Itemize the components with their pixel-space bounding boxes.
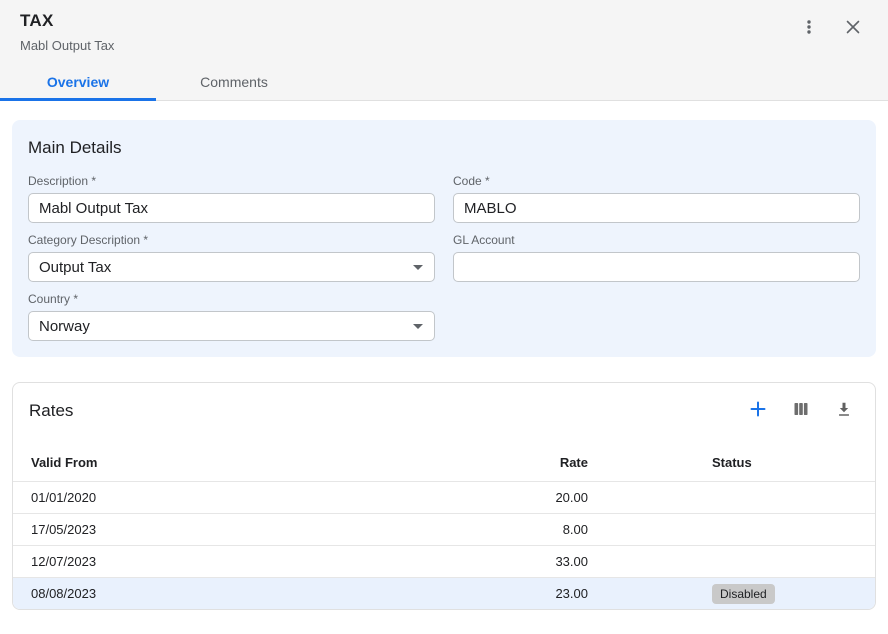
close-button[interactable] (842, 16, 864, 41)
export-button[interactable] (833, 398, 855, 423)
kebab-menu-button[interactable] (798, 16, 820, 41)
valid-from-cell: 17/05/2023 (13, 522, 468, 537)
status-badge: Disabled (712, 584, 775, 604)
table-row[interactable]: 08/08/2023 23.00 Disabled (13, 577, 875, 609)
field-label: Description * (28, 174, 435, 188)
page-title: TAX (20, 11, 868, 31)
valid-from-cell: 01/01/2020 (13, 490, 468, 505)
download-icon (835, 400, 853, 421)
field-label: Country * (28, 292, 435, 306)
kebab-menu-icon (800, 18, 818, 39)
fields-grid: Description * Code * Category Descriptio… (28, 174, 860, 341)
country-select[interactable] (28, 311, 435, 341)
main-details-panel: Main Details Description * Code * Catego… (12, 120, 876, 357)
field: GL Account (453, 233, 860, 282)
rate-cell: 8.00 (468, 522, 588, 537)
field: Country * (28, 292, 435, 341)
field: Code * (453, 174, 860, 223)
main-details-title: Main Details (28, 138, 860, 158)
field-label: Code * (453, 174, 860, 188)
table-header-row: Valid From Rate Status (13, 443, 875, 481)
view-columns-icon (792, 400, 810, 421)
column-header-rate[interactable]: Rate (468, 455, 588, 470)
code-field[interactable] (453, 193, 860, 223)
page-subtitle: Mabl Output Tax (20, 38, 868, 53)
rates-title: Rates (29, 401, 73, 421)
field: Category Description * (28, 233, 435, 282)
plus-icon (749, 400, 767, 421)
dialog-body: Main Details Description * Code * Catego… (0, 101, 888, 634)
tab-bar: Overview Comments (0, 63, 312, 100)
field-label: Category Description * (28, 233, 435, 247)
close-icon (844, 18, 862, 39)
rates-actions (747, 398, 855, 423)
header-actions (798, 16, 864, 41)
field-label: GL Account (453, 233, 860, 247)
rate-cell: 23.00 (468, 586, 588, 601)
field: Description * (28, 174, 435, 223)
rates-table: Valid From Rate Status 01/01/2020 20.00 … (13, 443, 875, 609)
rate-cell: 33.00 (468, 554, 588, 569)
add-rate-button[interactable] (747, 398, 769, 423)
valid-from-cell: 12/07/2023 (13, 554, 468, 569)
rates-panel: Rates (12, 382, 876, 610)
valid-from-cell: 08/08/2023 (13, 586, 468, 601)
dialog-header: TAX Mabl Output Tax Overview Comments (0, 0, 888, 101)
tab-overview[interactable]: Overview (0, 63, 156, 100)
status-cell: Disabled (588, 584, 875, 604)
table-row[interactable]: 12/07/2023 33.00 (13, 545, 875, 577)
description-field[interactable] (28, 193, 435, 223)
category-description-select[interactable] (28, 252, 435, 282)
column-header-status[interactable]: Status (588, 455, 875, 470)
gl-account-field[interactable] (453, 252, 860, 282)
table-body: 01/01/2020 20.00 17/05/2023 8.00 12/07/2… (13, 481, 875, 609)
column-header-valid-from[interactable]: Valid From (13, 455, 468, 470)
tab-comments[interactable]: Comments (156, 63, 312, 100)
rate-cell: 20.00 (468, 490, 588, 505)
table-row[interactable]: 01/01/2020 20.00 (13, 481, 875, 513)
column-settings-button[interactable] (790, 398, 812, 423)
table-row[interactable]: 17/05/2023 8.00 (13, 513, 875, 545)
